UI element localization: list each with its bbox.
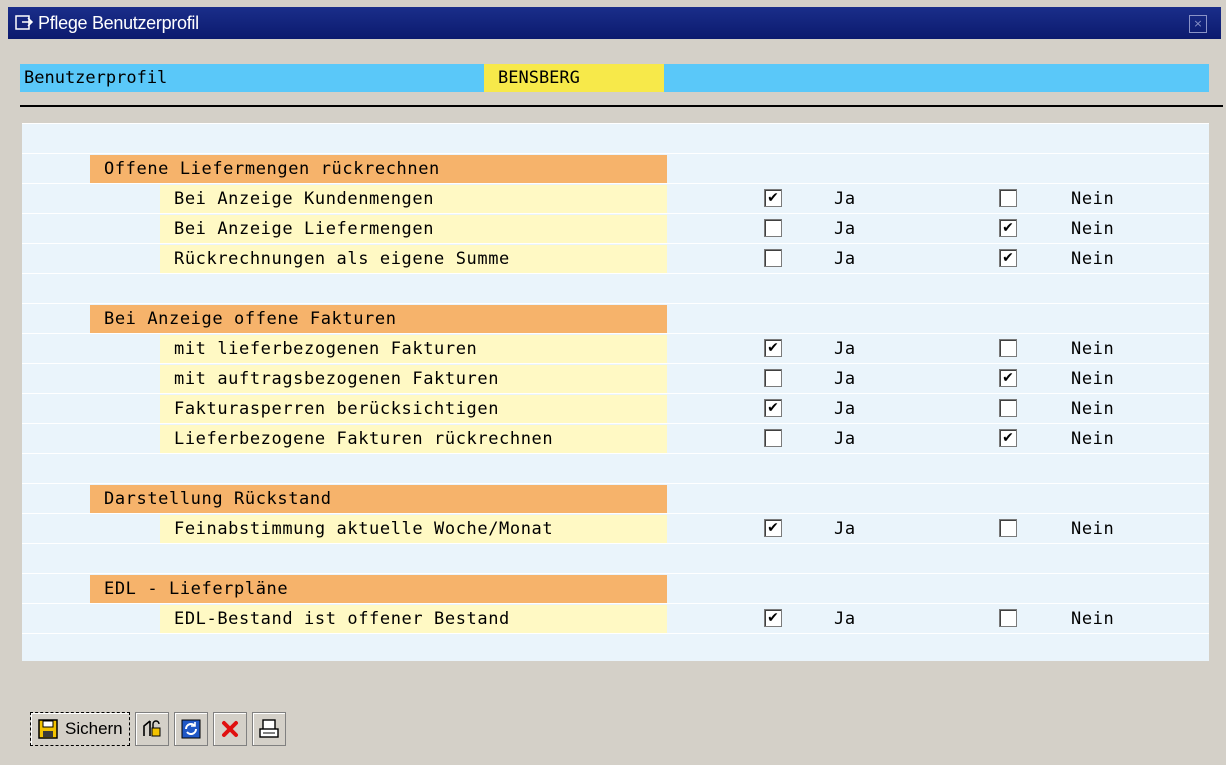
blank-row bbox=[22, 453, 1209, 483]
nein-label: Nein bbox=[1071, 369, 1115, 389]
group-title: EDL - Lieferpläne bbox=[90, 575, 667, 603]
print-button[interactable] bbox=[251, 712, 286, 746]
print-icon bbox=[258, 718, 280, 740]
nein-label: Nein bbox=[1071, 219, 1115, 239]
ja-label: Ja bbox=[834, 399, 856, 419]
setting-row: Rückrechnungen als eigene Summe Ja ✔ Nein bbox=[22, 243, 1209, 273]
save-label: Sichern bbox=[65, 719, 123, 738]
save-button[interactable]: Sichern bbox=[30, 712, 130, 746]
setting-row: mit lieferbezogenen Fakturen ✔ Ja Nein bbox=[22, 333, 1209, 363]
refresh-button[interactable] bbox=[173, 712, 208, 746]
settings-panel: Offene Liefermengen rückrechnen Bei Anzei… bbox=[22, 123, 1209, 661]
blank-row bbox=[22, 633, 1209, 663]
setting-label: Lieferbezogene Fakturen rückrechnen bbox=[160, 425, 667, 453]
refresh-icon bbox=[180, 718, 202, 740]
setting-row: Lieferbezogene Fakturen rückrechnen Ja ✔ Ne… bbox=[22, 423, 1209, 453]
group-title: Bei Anzeige offene Fakturen bbox=[90, 305, 667, 333]
nein-label: Nein bbox=[1071, 429, 1115, 449]
nein-label: Nein bbox=[1071, 519, 1115, 539]
group-row: Darstellung Rückstand bbox=[22, 483, 1209, 513]
ja-label: Ja bbox=[834, 519, 856, 539]
ja-label: Ja bbox=[834, 189, 856, 209]
setting-label: Feinabstimmung aktuelle Woche/Monat bbox=[160, 515, 667, 543]
group-row: Offene Liefermengen rückrechnen bbox=[22, 153, 1209, 183]
blank-row bbox=[22, 543, 1209, 573]
ja-checkbox[interactable]: ✔ bbox=[764, 189, 782, 207]
setting-label: Bei Anzeige Liefermengen bbox=[160, 215, 667, 243]
toolbar: Sichern bbox=[30, 711, 286, 747]
blank-row bbox=[22, 273, 1209, 303]
nein-checkbox[interactable]: ✔ bbox=[999, 219, 1017, 237]
divider bbox=[20, 105, 1223, 107]
nein-label: Nein bbox=[1071, 189, 1115, 209]
ja-label: Ja bbox=[834, 249, 856, 269]
ja-checkbox[interactable] bbox=[764, 219, 782, 237]
setting-row: Bei Anzeige Liefermengen Ja ✔ Nein bbox=[22, 213, 1209, 243]
group-row: Bei Anzeige offene Fakturen bbox=[22, 303, 1209, 333]
nein-label: Nein bbox=[1071, 249, 1115, 269]
nein-label: Nein bbox=[1071, 609, 1115, 629]
ja-checkbox[interactable]: ✔ bbox=[764, 519, 782, 537]
ja-label: Ja bbox=[834, 609, 856, 629]
window-icon bbox=[14, 13, 34, 33]
group-title: Darstellung Rückstand bbox=[90, 485, 667, 513]
cancel-icon bbox=[219, 718, 241, 740]
ja-checkbox[interactable]: ✔ bbox=[764, 399, 782, 417]
ja-checkbox[interactable]: ✔ bbox=[764, 609, 782, 627]
group-title: Offene Liefermengen rückrechnen bbox=[90, 155, 667, 183]
profile-label: Benutzerprofil bbox=[20, 64, 484, 92]
nein-checkbox[interactable] bbox=[999, 189, 1017, 207]
content-area: Benutzerprofil BENSBERG Offene Liefermen… bbox=[8, 39, 1223, 765]
close-icon[interactable]: × bbox=[1189, 15, 1207, 33]
setting-label: Fakturasperren berücksichtigen bbox=[160, 395, 667, 423]
nein-checkbox[interactable] bbox=[999, 609, 1017, 627]
nein-checkbox[interactable] bbox=[999, 519, 1017, 537]
nein-checkbox[interactable] bbox=[999, 339, 1017, 357]
header-filler bbox=[664, 64, 1209, 92]
nein-checkbox[interactable] bbox=[999, 399, 1017, 417]
ja-checkbox[interactable] bbox=[764, 429, 782, 447]
setting-row: Fakturasperren berücksichtigen ✔ Ja Nein bbox=[22, 393, 1209, 423]
change-icon bbox=[141, 718, 163, 740]
title-bar: Pflege Benutzerprofil × bbox=[8, 7, 1221, 39]
cancel-button[interactable] bbox=[212, 712, 247, 746]
setting-label: mit auftragsbezogenen Fakturen bbox=[160, 365, 667, 393]
ja-checkbox[interactable] bbox=[764, 369, 782, 387]
nein-checkbox[interactable]: ✔ bbox=[999, 369, 1017, 387]
nein-label: Nein bbox=[1071, 399, 1115, 419]
save-icon bbox=[37, 718, 59, 740]
ja-label: Ja bbox=[834, 219, 856, 239]
ja-label: Ja bbox=[834, 429, 856, 449]
setting-label: mit lieferbezogenen Fakturen bbox=[160, 335, 667, 363]
group-row: EDL - Lieferpläne bbox=[22, 573, 1209, 603]
ja-label: Ja bbox=[834, 369, 856, 389]
nein-checkbox[interactable]: ✔ bbox=[999, 429, 1017, 447]
window-title: Pflege Benutzerprofil bbox=[38, 12, 199, 33]
ja-checkbox[interactable] bbox=[764, 249, 782, 267]
setting-row: Feinabstimmung aktuelle Woche/Monat ✔ Ja Ne… bbox=[22, 513, 1209, 543]
setting-label: Rückrechnungen als eigene Summe bbox=[160, 245, 667, 273]
profile-value: BENSBERG bbox=[484, 64, 664, 92]
ja-label: Ja bbox=[834, 339, 856, 359]
blank-row bbox=[22, 123, 1209, 153]
setting-row: EDL-Bestand ist offener Bestand ✔ Ja Nein bbox=[22, 603, 1209, 633]
ja-checkbox[interactable]: ✔ bbox=[764, 339, 782, 357]
setting-label: Bei Anzeige Kundenmengen bbox=[160, 185, 667, 213]
nein-checkbox[interactable]: ✔ bbox=[999, 249, 1017, 267]
change-button[interactable] bbox=[134, 712, 169, 746]
setting-label: EDL-Bestand ist offener Bestand bbox=[160, 605, 667, 633]
setting-row: mit auftragsbezogenen Fakturen Ja ✔ Nein bbox=[22, 363, 1209, 393]
nein-label: Nein bbox=[1071, 339, 1115, 359]
setting-row: Bei Anzeige Kundenmengen ✔ Ja Nein bbox=[22, 183, 1209, 213]
